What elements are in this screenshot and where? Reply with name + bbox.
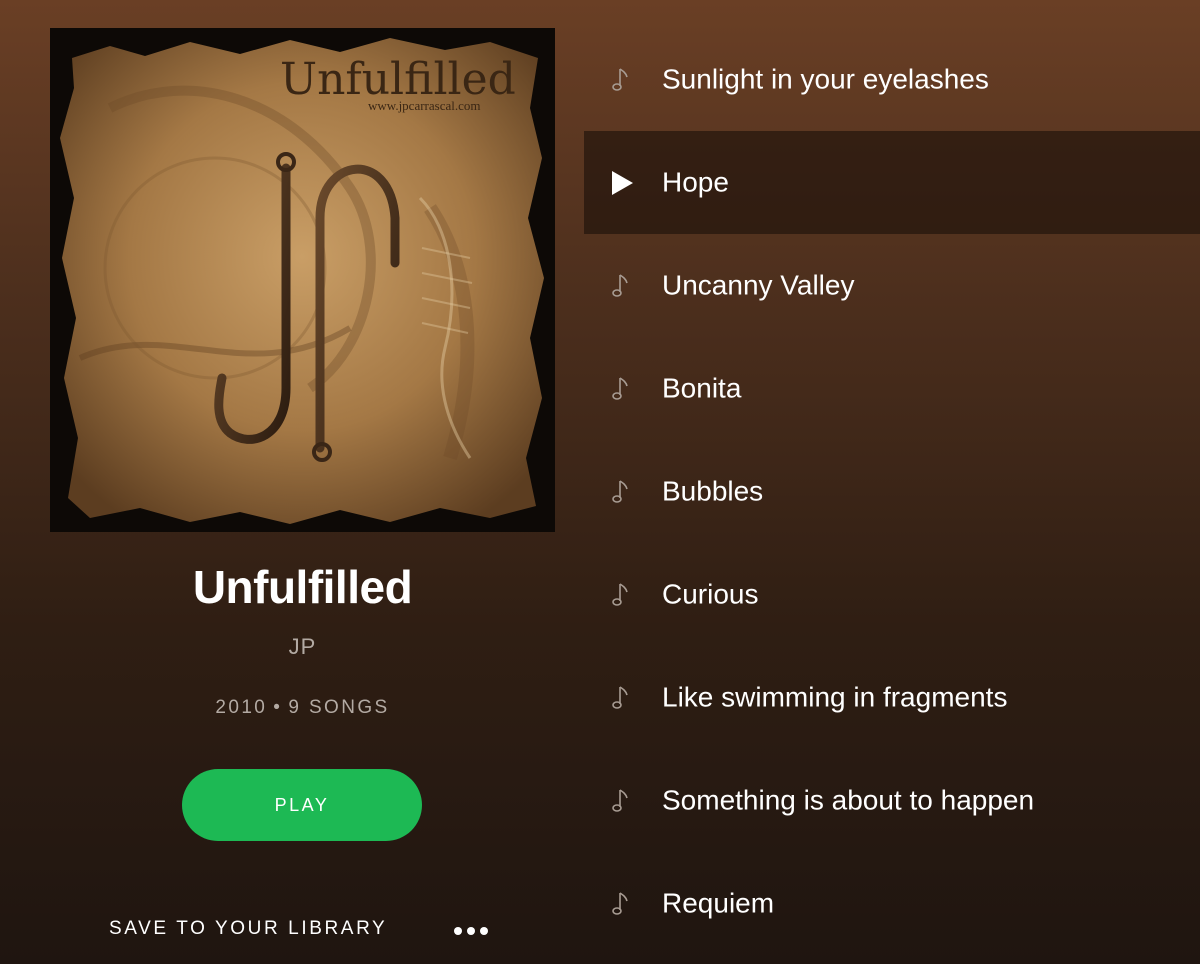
- track-row[interactable]: Bonita: [584, 337, 1200, 440]
- track-row[interactable]: Hope: [584, 131, 1200, 234]
- track-row[interactable]: Like swimming in fragments: [584, 646, 1200, 749]
- track-row[interactable]: Bubbles: [584, 440, 1200, 543]
- track-title: Curious: [662, 577, 759, 609]
- meta-separator: •: [273, 697, 283, 718]
- album-meta: 2010 • 9 SONGS: [0, 697, 605, 719]
- album-song-count: 9 SONGS: [288, 697, 390, 718]
- tracklist: Sunlight in your eyelashes Hope Uncanny Va…: [584, 28, 1200, 955]
- more-options-button[interactable]: [446, 918, 496, 944]
- music-note-icon: [610, 272, 634, 300]
- track-row[interactable]: Uncanny Valley: [584, 234, 1200, 337]
- track-row[interactable]: Curious: [584, 543, 1200, 646]
- track-title: Bonita: [662, 371, 742, 403]
- music-note-icon: [610, 66, 634, 94]
- play-button[interactable]: PLAY: [182, 769, 422, 841]
- cover-url-text: www.jpcarrascal.com: [368, 98, 481, 113]
- save-to-library-button[interactable]: SAVE TO YOUR LIBRARY: [109, 918, 387, 940]
- more-dot: [454, 927, 462, 935]
- track-title: Something is about to happen: [662, 783, 1035, 815]
- music-note-icon: [610, 787, 634, 815]
- track-title: Uncanny Valley: [662, 268, 855, 300]
- track-title: Hope: [662, 165, 729, 197]
- album-info-panel: Unfulfilled www.jpcarrascal.com Unfulfil…: [0, 0, 600, 964]
- music-note-icon: [610, 375, 634, 403]
- music-note-icon: [610, 581, 634, 609]
- album-title: Unfulfilled: [192, 561, 413, 613]
- music-note-icon: [610, 478, 634, 506]
- artist-link[interactable]: JP: [0, 634, 605, 660]
- play-icon[interactable]: [610, 169, 634, 197]
- track-row[interactable]: Requiem: [584, 852, 1200, 955]
- more-dot: [480, 927, 488, 935]
- track-title: Bubbles: [662, 474, 764, 506]
- track-row[interactable]: Sunlight in your eyelashes: [584, 28, 1200, 131]
- music-note-icon: [610, 890, 634, 918]
- album-cover-art[interactable]: Unfulfilled www.jpcarrascal.com: [50, 28, 555, 532]
- more-dot: [467, 927, 475, 935]
- track-title: Sunlight in your eyelashes: [662, 62, 989, 94]
- track-title: Requiem: [662, 886, 775, 918]
- music-note-icon: [610, 684, 634, 712]
- album-year: 2010: [215, 697, 268, 718]
- track-title: Like swimming in fragments: [662, 680, 1008, 712]
- track-row[interactable]: Something is about to happen: [584, 749, 1200, 852]
- cover-artwork: Unfulfilled www.jpcarrascal.com: [50, 28, 555, 532]
